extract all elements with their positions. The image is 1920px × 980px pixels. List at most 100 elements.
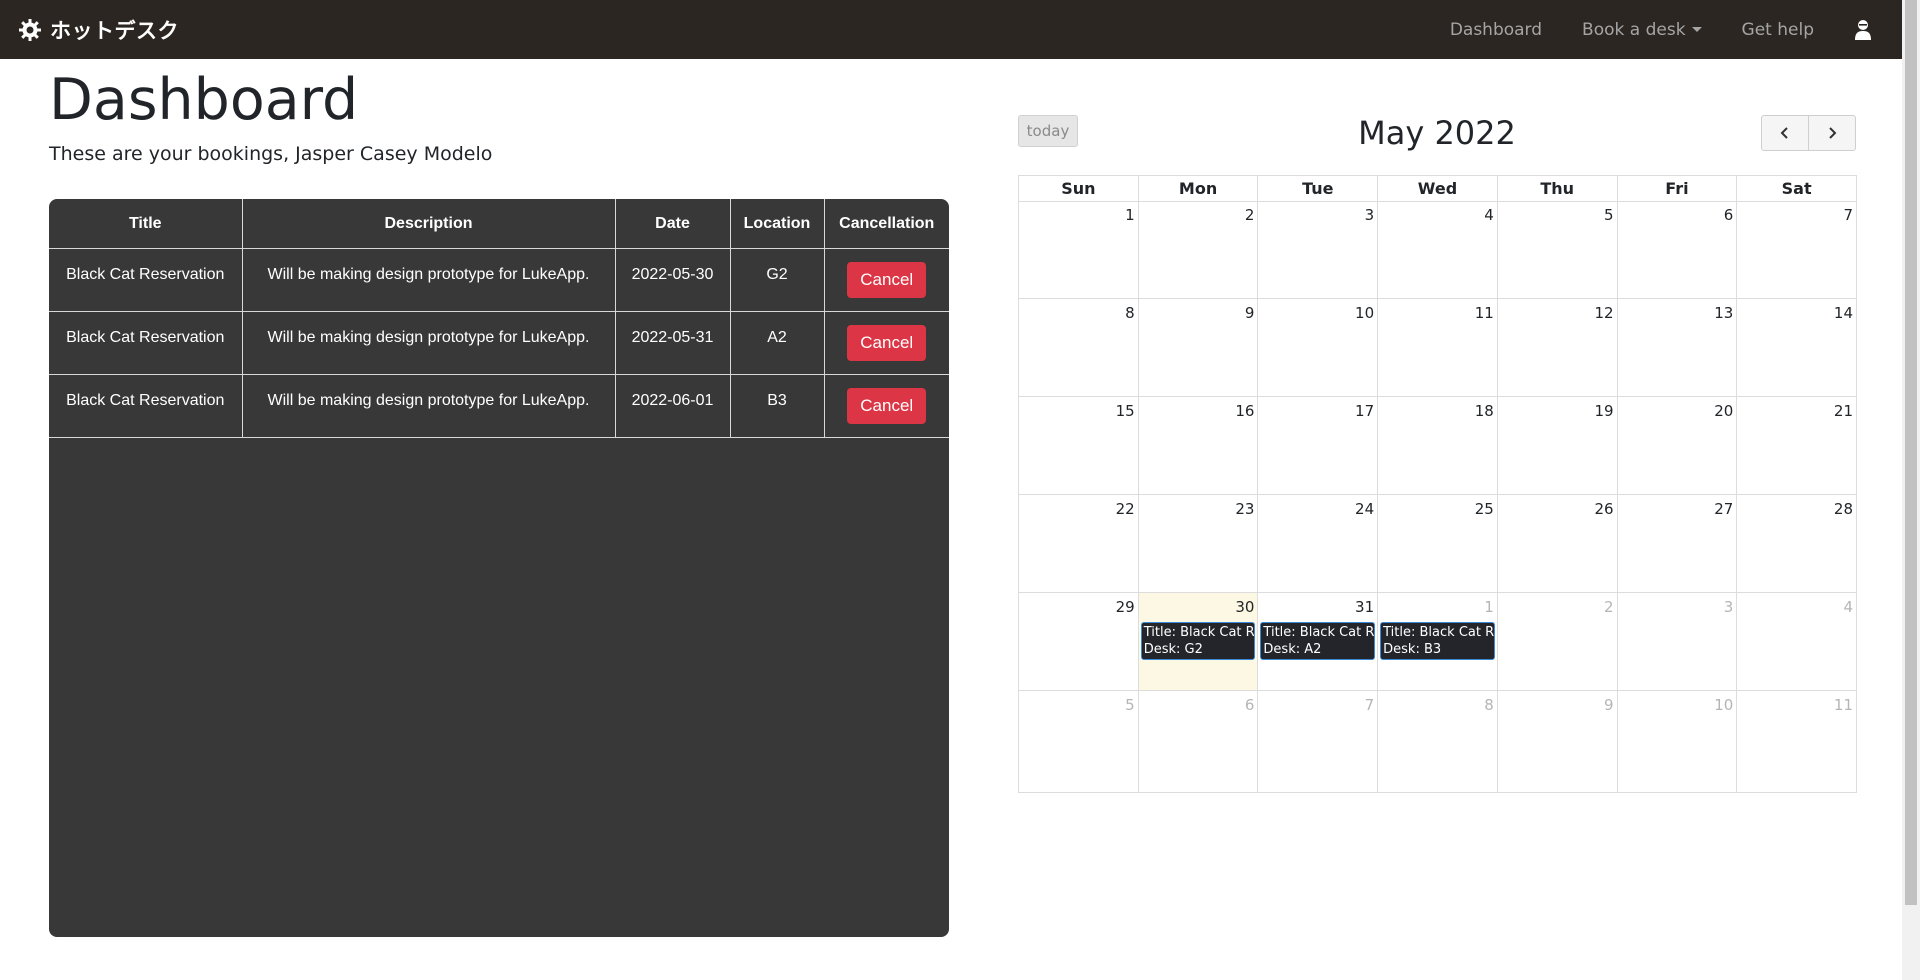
calendar-day[interactable]: 13 (1617, 299, 1738, 397)
today-button[interactable]: today (1018, 115, 1078, 147)
table-header-row: Title Description Date Location Cancella… (49, 199, 949, 249)
event-desk: Desk: B3 (1383, 642, 1442, 657)
prev-month-button[interactable] (1761, 115, 1809, 151)
top-navbar: ホットデスク Dashboard Book a desk Get help (0, 0, 1902, 59)
calendar-day[interactable]: 12 (1497, 299, 1618, 397)
bookings-panel: Title Description Date Location Cancella… (49, 199, 949, 937)
day-number: 3 (1364, 206, 1375, 224)
brand[interactable]: ホットデスク (18, 15, 179, 45)
calendar-event[interactable]: Title: Black Cat Reservation Desk: B3 (1380, 622, 1495, 660)
calendar-day[interactable]: 8 (1378, 691, 1498, 793)
weekday-header-thu: Thu (1497, 176, 1618, 202)
calendar-day[interactable]: 18 (1378, 397, 1498, 495)
scrollbar-thumb[interactable] (1905, 0, 1917, 905)
day-number: 30 (1235, 598, 1255, 616)
calendar-day[interactable]: 24 (1258, 495, 1379, 593)
user-account-icon[interactable] (1854, 19, 1872, 41)
cancel-button[interactable]: Cancel (847, 325, 927, 361)
calendar-day[interactable]: 6 (1138, 691, 1259, 793)
booking-title: Black Cat Reservation (66, 329, 225, 346)
calendar-day[interactable]: 16 (1138, 397, 1259, 495)
calendar-day[interactable]: 9 (1138, 299, 1259, 397)
calendar-day[interactable]: 4 (1378, 201, 1498, 299)
day-number: 26 (1594, 500, 1614, 518)
nav-dropdown-book-a-desk[interactable]: Book a desk (1582, 20, 1702, 40)
page-scrollbar[interactable] (1902, 0, 1920, 980)
calendar-grid: Sun Mon Tue Wed Thu Fri Sat 1 2 3 4 5 6 7 8 9 10 11 12 13 1… (1018, 175, 1857, 793)
calendar-day[interactable]: 11 (1378, 299, 1498, 397)
calendar-month-title: May 2022 (1358, 114, 1516, 152)
calendar-day[interactable]: 17 (1258, 397, 1379, 495)
day-number: 1 (1484, 598, 1494, 616)
booking-description: Will be making design prototype for Luke… (267, 392, 590, 409)
weekday-header-row: Sun Mon Tue Wed Thu Fri Sat (1019, 176, 1857, 202)
day-number: 3 (1723, 598, 1734, 616)
calendar-day[interactable]: 11 (1737, 691, 1857, 793)
calendar-day[interactable]: 15 (1019, 397, 1139, 495)
calendar-day[interactable]: 21 (1737, 397, 1857, 495)
calendar-day[interactable]: 8 (1019, 299, 1139, 397)
calendar-day[interactable]: 10 (1617, 691, 1738, 793)
calendar-day[interactable]: 19 (1497, 397, 1618, 495)
chevron-left-icon (1778, 121, 1792, 145)
calendar-day[interactable]: 3 (1617, 593, 1738, 691)
day-number: 17 (1355, 402, 1375, 420)
calendar-day[interactable]: 28 (1737, 495, 1857, 593)
calendar-day[interactable]: 26 (1497, 495, 1618, 593)
column-header-cancellation: Cancellation (824, 199, 949, 249)
calendar-event[interactable]: Title: Black Cat Reservation Desk: G2 (1140, 622, 1256, 660)
calendar-day[interactable]: 7 (1258, 691, 1379, 793)
weekday-header-sun: Sun (1019, 176, 1139, 202)
calendar-day[interactable]: 1 (1019, 201, 1139, 299)
calendar-day[interactable]: 6 (1617, 201, 1738, 299)
cell-description: Will be making design prototype for Luke… (242, 374, 616, 438)
calendar-day[interactable]: 31 Title: Black Cat Reservation Desk: A2 (1258, 593, 1379, 691)
calendar-day[interactable]: 1 Title: Black Cat Reservation Desk: B3 (1378, 593, 1498, 691)
weekday-header-mon: Mon (1138, 176, 1259, 202)
cancel-button[interactable]: Cancel (847, 262, 927, 298)
day-number: 5 (1604, 206, 1614, 224)
calendar-day[interactable]: 20 (1617, 397, 1738, 495)
table-row: Black Cat Reservation Will be making des… (49, 248, 949, 312)
cancel-button[interactable]: Cancel (847, 388, 927, 424)
calendar-day[interactable]: 3 (1258, 201, 1379, 299)
calendar-day[interactable]: 22 (1019, 495, 1139, 593)
calendar-day[interactable]: 29 (1019, 593, 1139, 691)
nav-link-dashboard[interactable]: Dashboard (1450, 20, 1542, 40)
caret-down-icon (1691, 26, 1702, 32)
calendar-day[interactable]: 2 (1138, 201, 1259, 299)
day-number: 27 (1714, 500, 1734, 518)
calendar-day[interactable]: 25 (1378, 495, 1498, 593)
calendar-day[interactable]: 7 (1737, 201, 1857, 299)
calendar-day[interactable]: 4 (1737, 593, 1857, 691)
calendar-day[interactable]: 27 (1617, 495, 1738, 593)
day-number: 6 (1244, 696, 1255, 714)
calendar-week-row: 15 16 17 18 19 20 21 (1019, 397, 1857, 495)
calendar-day-today[interactable]: 30 Title: Black Cat Reservation Desk: G2 (1138, 593, 1259, 691)
booking-date: 2022-05-30 (631, 266, 714, 283)
calendar-day[interactable]: 14 (1737, 299, 1857, 397)
day-number: 10 (1714, 696, 1734, 714)
column-header-date: Date (615, 199, 731, 249)
calendar-day[interactable]: 9 (1497, 691, 1618, 793)
table-row: Black Cat Reservation Will be making des… (49, 311, 949, 375)
nav-link-get-help[interactable]: Get help (1742, 20, 1814, 40)
day-number: 9 (1604, 696, 1614, 714)
day-number: 7 (1843, 206, 1853, 224)
calendar-weeks: 1 2 3 4 5 6 7 8 9 10 11 12 13 14 15 16 17 18 19 20 21 22 23 24 2… (1019, 201, 1857, 793)
calendar-day[interactable]: 23 (1138, 495, 1259, 593)
calendar-day[interactable]: 2 (1497, 593, 1618, 691)
calendar-day[interactable]: 5 (1019, 691, 1139, 793)
calendar-event[interactable]: Title: Black Cat Reservation Desk: A2 (1260, 622, 1376, 660)
nav-dropdown-label: Book a desk (1582, 19, 1686, 40)
calendar-day[interactable]: 5 (1497, 201, 1618, 299)
cell-cancellation: Cancel (824, 311, 949, 375)
day-number: 9 (1244, 304, 1255, 322)
day-number: 7 (1364, 696, 1375, 714)
cell-location: A2 (730, 311, 825, 375)
day-number: 1 (1125, 206, 1135, 224)
column-header-location: Location (730, 199, 825, 249)
day-number: 11 (1833, 696, 1853, 714)
calendar-day[interactable]: 10 (1258, 299, 1379, 397)
next-month-button[interactable] (1809, 115, 1856, 151)
